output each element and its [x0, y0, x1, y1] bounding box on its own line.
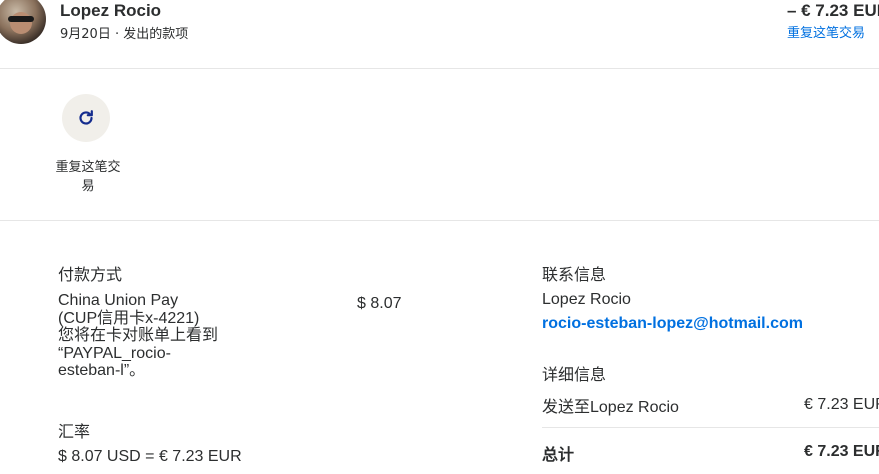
avatar: [0, 0, 46, 44]
payment-method-line: “PAYPAL_rocio-: [58, 344, 171, 362]
transaction-date: 9月20日: [60, 27, 111, 42]
exchange-rate-title: 汇率: [58, 422, 91, 441]
transaction-amount: – € 7.23 EUR: [786, 1, 879, 20]
sent-to-label: 发送至Lopez Rocio: [542, 399, 679, 416]
details-divider: [542, 427, 879, 428]
details-title: 详细信息: [542, 365, 607, 384]
transaction-subline: 9月20日 · 发出的款项: [60, 23, 188, 42]
payment-method-line: esteban-l”。: [58, 362, 146, 379]
contact-email-link[interactable]: rocio-esteban-lopez@hotmail.com: [542, 315, 803, 333]
counterparty-name: Lopez Rocio: [60, 1, 162, 20]
payment-amount: $ 8.07: [357, 295, 402, 312]
transaction-type: 发出的款项: [123, 27, 189, 42]
payment-method-line: (CUP信用卡x-4221): [58, 309, 200, 327]
contact-name: Lopez Rocio: [542, 291, 631, 308]
contact-info-title: 联系信息: [542, 265, 607, 284]
total-label: 总计: [542, 445, 575, 464]
transaction-details-page: Lopez Rocio 9月20日 · 发出的款项 – € 7.23 EUR 重…: [0, 0, 879, 474]
payment-method-title: 付款方式: [58, 265, 123, 284]
subline-separator: ·: [114, 27, 120, 42]
payment-method-line: China Union Pay: [58, 292, 179, 309]
repeat-transaction-label: 重复这笔交易: [55, 160, 121, 194]
total-amount: € 7.23 EUR: [804, 443, 879, 460]
payment-method-line: 您将在卡对账单上看到: [58, 327, 219, 344]
refresh-icon: [79, 110, 93, 125]
transaction-header: Lopez Rocio 9月20日 · 发出的款项 – € 7.23 EUR 重…: [0, 0, 879, 68]
exchange-rate-value: $ 8.07 USD = € 7.23 EUR: [58, 448, 242, 465]
sent-to-amount: € 7.23 EUR: [804, 396, 879, 413]
avatar-glasses: [8, 16, 34, 22]
header-divider: [0, 68, 879, 69]
repeat-transaction-button[interactable]: [62, 94, 110, 142]
repeat-transaction-link[interactable]: 重复这笔交易: [787, 22, 865, 41]
actions-divider: [0, 220, 879, 221]
payment-method-details: China Union Pay (CUP信用卡x-4221) 您将在卡对账单上看…: [58, 292, 268, 380]
